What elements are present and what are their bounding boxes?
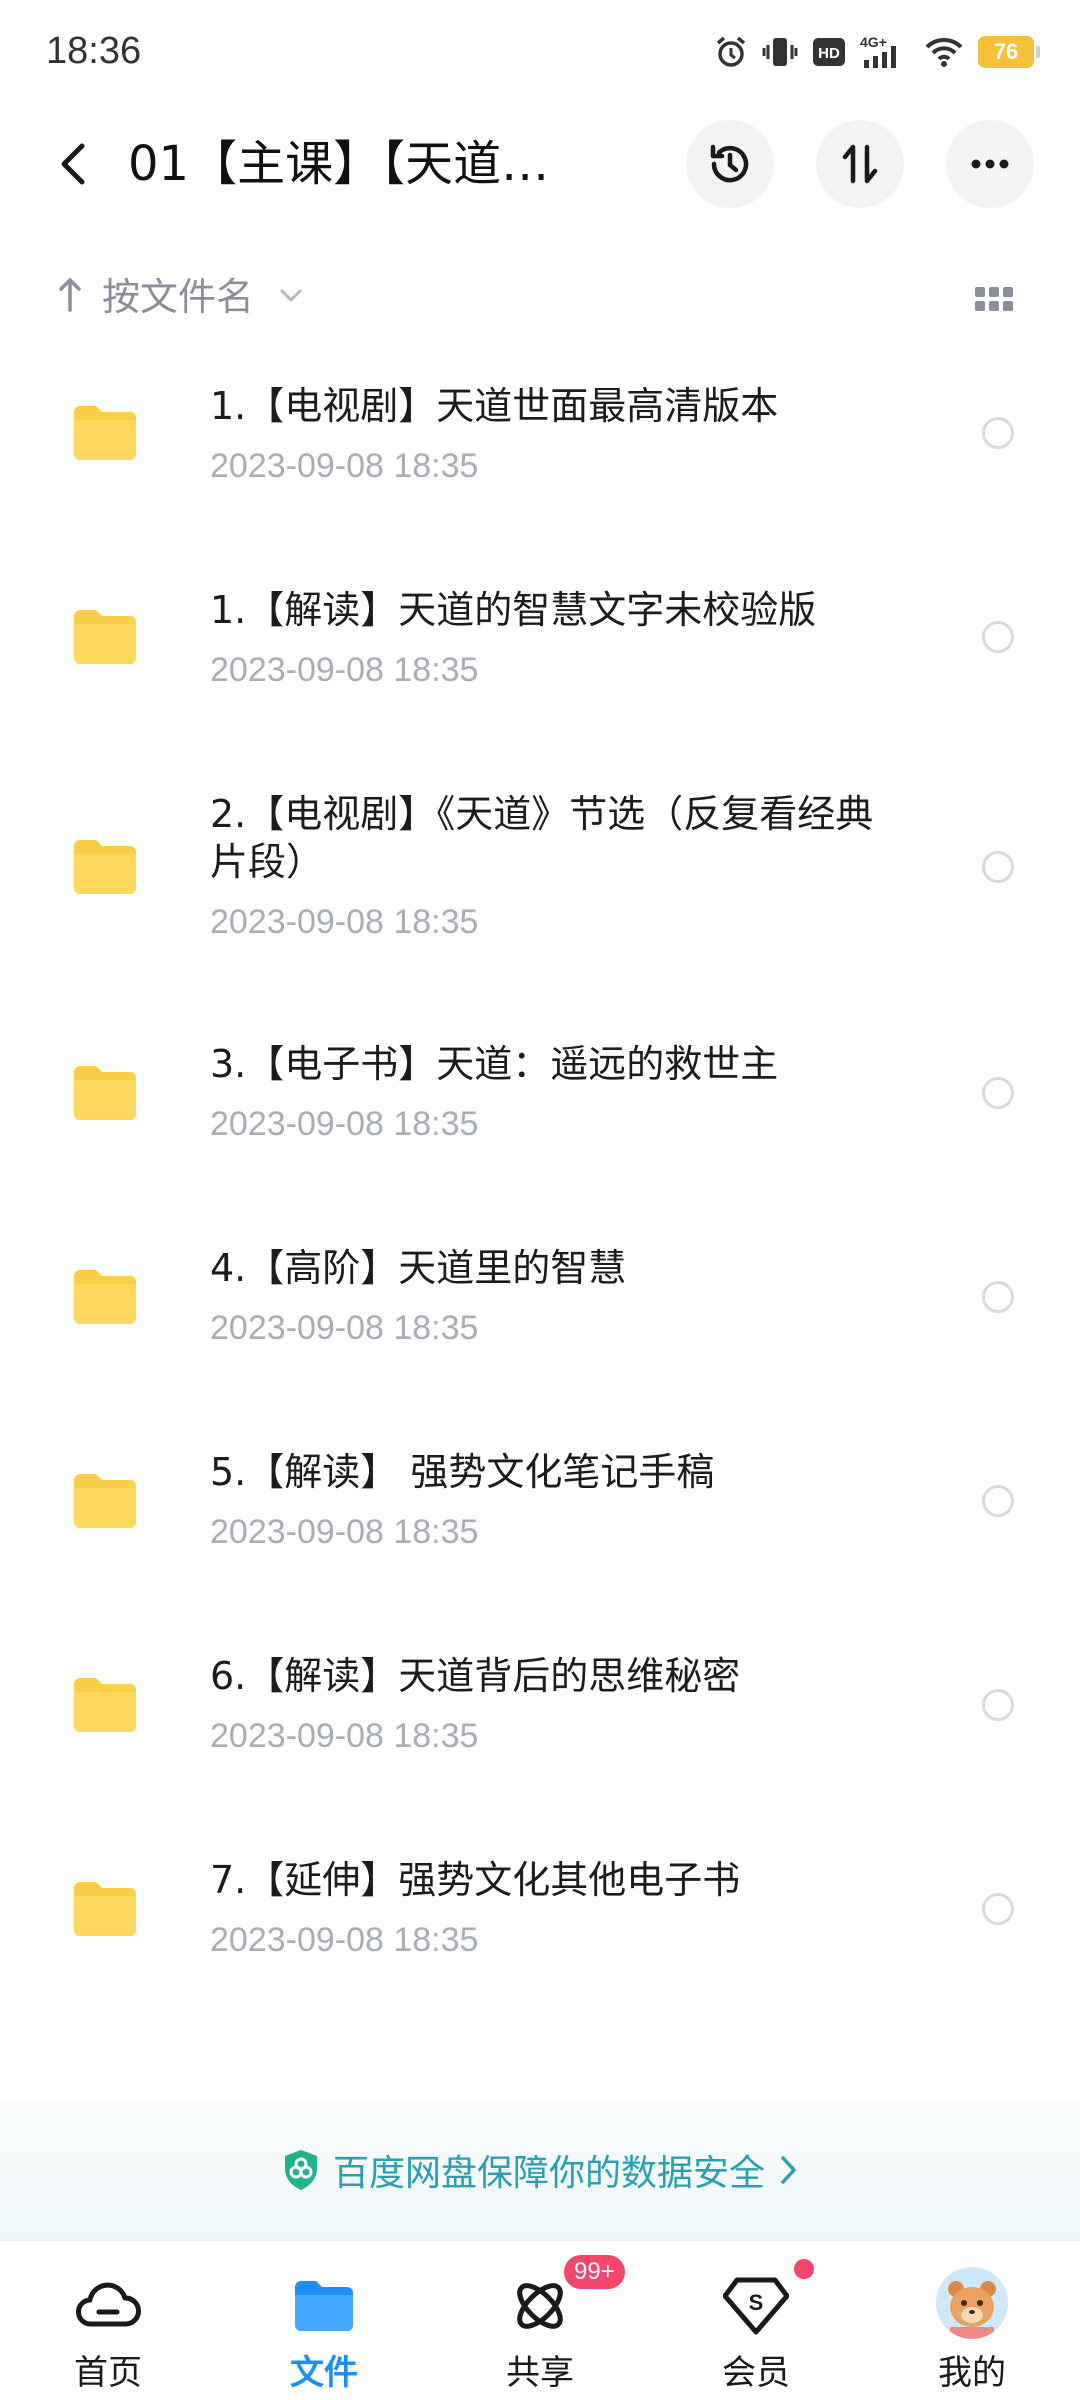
file-name: 1.【解读】天道的智慧文字未校验版	[210, 588, 817, 632]
status-icons: HD 4G+ 76	[714, 34, 1040, 70]
folder-icon	[74, 610, 136, 664]
status-bar: 18:36 HD 4G+ 76	[0, 0, 1080, 110]
select-checkbox[interactable]	[982, 417, 1014, 449]
page-title: 01【主课】【天道…	[128, 136, 550, 192]
select-checkbox[interactable]	[982, 1893, 1014, 1925]
list-item[interactable]: 2.【电视剧】《天道》节选（反复看经典片段） 2023-09-08 18:35	[0, 740, 1080, 994]
chevron-right-icon	[781, 2156, 796, 2184]
file-name: 4.【高阶】天道里的智慧	[210, 1246, 627, 1290]
folder-icon	[74, 1678, 136, 1732]
history-button[interactable]	[686, 120, 774, 208]
list-item[interactable]: 1.【电视剧】天道世面最高清版本 2023-09-08 18:35	[0, 332, 1080, 536]
svg-text:HD: HD	[818, 45, 840, 62]
list-item[interactable]: 6.【解读】天道背后的思维秘密 2023-09-08 18:35	[0, 1606, 1080, 1810]
folder-icon	[74, 840, 136, 894]
file-date: 2023-09-08 18:35	[210, 1309, 479, 1347]
sort-by-name-button[interactable]: 按文件名	[102, 272, 254, 322]
security-banner[interactable]: 百度网盘保障你的数据安全	[0, 2100, 1080, 2240]
file-date: 2023-09-08 18:35	[210, 1105, 479, 1143]
sort-arrow-icon	[56, 274, 84, 318]
sort-order-button[interactable]	[816, 120, 904, 208]
svg-text:4G+: 4G+	[860, 34, 887, 50]
nav-vip[interactable]: S 会员	[656, 2241, 856, 2400]
bottom-nav: 首页 文件 99+ 共享 S 会员 我的	[0, 2240, 1080, 2400]
nav-label-me: 我的	[938, 2353, 1006, 2393]
signal-icon: 4G+	[860, 34, 910, 70]
share-badge: 99+	[564, 2255, 625, 2289]
folder-icon	[74, 1474, 136, 1528]
file-date: 2023-09-08 18:35	[210, 1921, 479, 1959]
file-date: 2023-09-08 18:35	[210, 447, 479, 485]
nav-share[interactable]: 99+ 共享	[440, 2241, 640, 2400]
select-checkbox[interactable]	[982, 1689, 1014, 1721]
file-date: 2023-09-08 18:35	[210, 651, 479, 689]
chevron-down-icon[interactable]	[278, 286, 304, 308]
file-date: 2023-09-08 18:35	[210, 1513, 479, 1551]
file-date: 2023-09-08 18:35	[210, 903, 479, 941]
file-name: 5.【解读】 强势文化笔记手稿	[210, 1450, 715, 1494]
nav-files[interactable]: 文件	[224, 2241, 424, 2400]
vibrate-icon	[762, 35, 798, 69]
file-name: 2.【电视剧】《天道》节选（反复看经典片段）	[210, 792, 874, 884]
file-name: 7.【延伸】强势文化其他电子书	[210, 1858, 741, 1902]
back-arrow-icon	[61, 143, 85, 185]
header: 01【主课】【天道…	[0, 112, 1080, 222]
cloud-icon	[73, 2271, 143, 2341]
folder-icon	[289, 2271, 359, 2341]
vip-notification-dot	[794, 2259, 814, 2279]
vip-diamond-icon: S	[721, 2271, 791, 2341]
shield-icon	[284, 2150, 317, 2190]
file-name: 1.【电视剧】天道世面最高清版本	[210, 384, 779, 428]
list-item[interactable]: 3.【电子书】天道：遥远的救世主 2023-09-08 18:35	[0, 994, 1080, 1198]
select-checkbox[interactable]	[982, 1077, 1014, 1109]
select-checkbox[interactable]	[982, 1281, 1014, 1313]
more-button[interactable]	[946, 120, 1034, 208]
status-time: 18:36	[46, 30, 142, 72]
nav-me[interactable]: 我的	[872, 2241, 1072, 2400]
folder-icon	[74, 1066, 136, 1120]
wifi-icon	[924, 36, 964, 68]
list-item[interactable]: 4.【高阶】天道里的智慧 2023-09-08 18:35	[0, 1198, 1080, 1402]
list-item[interactable]: 5.【解读】 强势文化笔记手稿 2023-09-08 18:35	[0, 1402, 1080, 1606]
select-checkbox[interactable]	[982, 621, 1014, 653]
hd-icon: HD	[812, 37, 846, 67]
avatar	[936, 2267, 1008, 2339]
alarm-icon	[714, 35, 748, 69]
folder-icon	[74, 406, 136, 460]
folder-icon	[74, 1270, 136, 1324]
nav-label-share: 共享	[506, 2353, 574, 2393]
select-checkbox[interactable]	[982, 851, 1014, 883]
share-atom-icon	[505, 2271, 575, 2341]
svg-text:S: S	[749, 2290, 764, 2315]
folder-icon	[74, 1882, 136, 1936]
grid-view-icon[interactable]	[974, 284, 1014, 318]
file-date: 2023-09-08 18:35	[210, 1717, 479, 1755]
more-icon	[971, 159, 1009, 169]
list-item[interactable]: 1.【解读】天道的智慧文字未校验版 2023-09-08 18:35	[0, 536, 1080, 740]
sort-order-icon	[842, 144, 878, 184]
nav-label-files: 文件	[290, 2353, 358, 2393]
select-checkbox[interactable]	[982, 1485, 1014, 1517]
file-name: 3.【电子书】天道：遥远的救世主	[210, 1042, 779, 1086]
nav-home[interactable]: 首页	[8, 2241, 208, 2400]
history-icon	[710, 144, 749, 183]
file-name: 6.【解读】天道背后的思维秘密	[210, 1654, 741, 1698]
battery-icon: 76	[978, 36, 1040, 68]
banner-text: 百度网盘保障你的数据安全	[332, 2153, 765, 2194]
list-item[interactable]: 7.【延伸】强势文化其他电子书 2023-09-08 18:35	[0, 1810, 1080, 2014]
nav-label-vip: 会员	[722, 2353, 790, 2393]
sort-bar: 按文件名	[0, 262, 1080, 332]
back-button[interactable]	[44, 134, 104, 194]
nav-label-home: 首页	[74, 2353, 142, 2393]
